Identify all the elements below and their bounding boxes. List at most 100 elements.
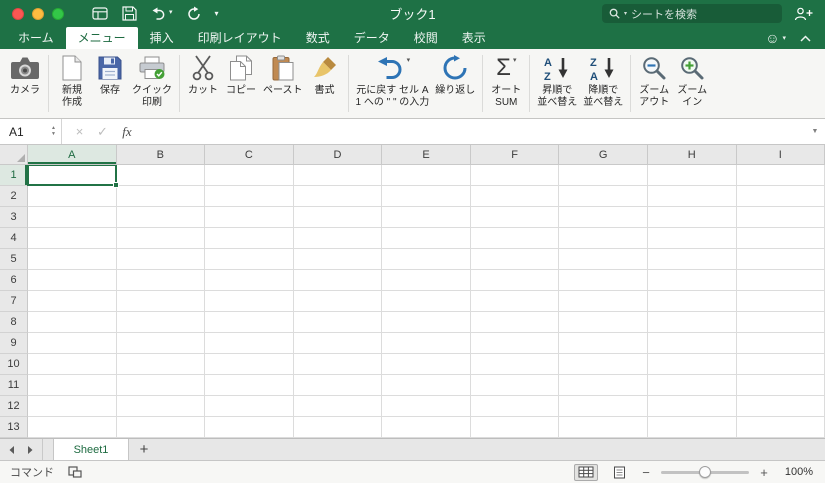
cell-F3[interactable] — [470, 207, 560, 228]
fullscreen-window-button[interactable] — [52, 7, 64, 20]
tab-view[interactable]: 表示 — [450, 27, 498, 49]
cancel-button[interactable]: × — [68, 124, 91, 139]
cell-G12[interactable] — [559, 396, 648, 417]
repeat-button[interactable]: 繰り返し — [432, 53, 478, 97]
row-header-12[interactable]: 12 — [0, 396, 28, 417]
cell-C10[interactable] — [205, 354, 294, 375]
tab-page-layout[interactable]: 印刷レイアウト — [186, 27, 294, 49]
tab-insert[interactable]: 挿入 — [138, 27, 186, 49]
cell-I1[interactable] — [736, 165, 825, 186]
cell-C5[interactable] — [205, 249, 294, 270]
cell-A13[interactable] — [28, 417, 117, 438]
cell-F1[interactable] — [470, 165, 560, 186]
page-layout-view-button[interactable] — [607, 464, 631, 481]
cell-D11[interactable] — [293, 375, 383, 396]
row-header-1[interactable]: 1 — [0, 165, 28, 186]
zoom-slider-thumb[interactable] — [699, 465, 711, 478]
zoom-percentage-label[interactable]: 100% — [779, 466, 815, 478]
cell-C4[interactable] — [205, 228, 294, 249]
name-box-stepper[interactable]: ▲ ▼ — [51, 125, 56, 137]
cell-B9[interactable] — [116, 333, 206, 354]
cell-B11[interactable] — [116, 375, 206, 396]
cell-H3[interactable] — [647, 207, 737, 228]
cell-D10[interactable] — [293, 354, 383, 375]
cell-F9[interactable] — [470, 333, 560, 354]
row-header-10[interactable]: 10 — [0, 354, 28, 375]
cell-F7[interactable] — [470, 291, 560, 312]
next-sheet-icon[interactable] — [27, 445, 34, 455]
cell-D1[interactable] — [293, 165, 383, 186]
cell-C8[interactable] — [205, 312, 294, 333]
cell-D13[interactable] — [293, 417, 383, 438]
zoom-in-slider-button[interactable]: + — [758, 465, 770, 480]
column-header-I[interactable]: I — [736, 145, 825, 165]
cell-B6[interactable] — [116, 270, 206, 291]
camera-button[interactable]: カメラ — [6, 53, 44, 97]
cell-F8[interactable] — [470, 312, 560, 333]
row-header-2[interactable]: 2 — [0, 186, 28, 207]
cell-H4[interactable] — [647, 228, 737, 249]
cell-I6[interactable] — [736, 270, 825, 291]
zoom-in-button[interactable]: ズーム イン — [673, 53, 711, 108]
cell-B12[interactable] — [116, 396, 206, 417]
cell-C6[interactable] — [205, 270, 294, 291]
cell-B10[interactable] — [116, 354, 206, 375]
row-header-4[interactable]: 4 — [0, 228, 28, 249]
cell-E2[interactable] — [382, 186, 471, 207]
cell-G1[interactable] — [559, 165, 648, 186]
add-sheet-button[interactable]: + — [129, 439, 159, 460]
cell-I2[interactable] — [736, 186, 825, 207]
share-button[interactable] — [794, 7, 813, 21]
quick-print-button[interactable]: クイック 印刷 — [129, 53, 175, 108]
cell-G3[interactable] — [559, 207, 648, 228]
column-header-E[interactable]: E — [382, 145, 471, 165]
stepper-down-icon[interactable]: ▼ — [51, 131, 56, 137]
column-header-C[interactable]: C — [205, 145, 294, 165]
cell-D9[interactable] — [293, 333, 383, 354]
cell-C2[interactable] — [205, 186, 294, 207]
cell-I13[interactable] — [736, 417, 825, 438]
cell-H7[interactable] — [647, 291, 737, 312]
cell-C12[interactable] — [205, 396, 294, 417]
row-header-9[interactable]: 9 — [0, 333, 28, 354]
cell-G11[interactable] — [559, 375, 648, 396]
cell-B3[interactable] — [116, 207, 206, 228]
cell-G4[interactable] — [559, 228, 648, 249]
quick-save-button[interactable] — [122, 6, 137, 21]
undo-button[interactable]: ▾ 元に戻す セル A 1 への " " の入力 — [353, 53, 433, 108]
row-header-3[interactable]: 3 — [0, 207, 28, 228]
cell-A7[interactable] — [28, 291, 117, 312]
formula-input[interactable] — [140, 119, 805, 144]
format-button[interactable]: 書式 — [306, 53, 344, 97]
cell-D4[interactable] — [293, 228, 383, 249]
column-header-D[interactable]: D — [293, 145, 383, 165]
search-scope-caret-icon[interactable]: ▾ — [624, 10, 627, 17]
undo-menu-caret-icon[interactable]: ▾ — [169, 6, 173, 20]
cell-A11[interactable] — [28, 375, 117, 396]
sheet-search-field[interactable]: ▾ シートを検索 — [602, 4, 782, 23]
autosum-dropdown-caret-icon[interactable]: ▾ — [513, 56, 517, 64]
minimize-window-button[interactable] — [32, 7, 44, 20]
zoom-slider[interactable] — [661, 465, 749, 478]
cell-F4[interactable] — [470, 228, 560, 249]
workbook-gallery-button[interactable] — [92, 7, 108, 20]
cell-I7[interactable] — [736, 291, 825, 312]
cell-G8[interactable] — [559, 312, 648, 333]
cell-A12[interactable] — [28, 396, 117, 417]
cell-C1[interactable] — [205, 165, 294, 186]
cell-F2[interactable] — [470, 186, 560, 207]
cell-I3[interactable] — [736, 207, 825, 228]
cell-H10[interactable] — [647, 354, 737, 375]
cell-I10[interactable] — [736, 354, 825, 375]
cell-H13[interactable] — [647, 417, 737, 438]
row-header-11[interactable]: 11 — [0, 375, 28, 396]
tab-menu[interactable]: メニュー — [65, 27, 138, 49]
cell-B5[interactable] — [116, 249, 206, 270]
row-header-7[interactable]: 7 — [0, 291, 28, 312]
cell-B7[interactable] — [116, 291, 206, 312]
cell-G13[interactable] — [559, 417, 648, 438]
cut-button[interactable]: カット — [184, 53, 222, 97]
cell-E3[interactable] — [382, 207, 471, 228]
cell-D5[interactable] — [293, 249, 383, 270]
cell-F13[interactable] — [470, 417, 560, 438]
